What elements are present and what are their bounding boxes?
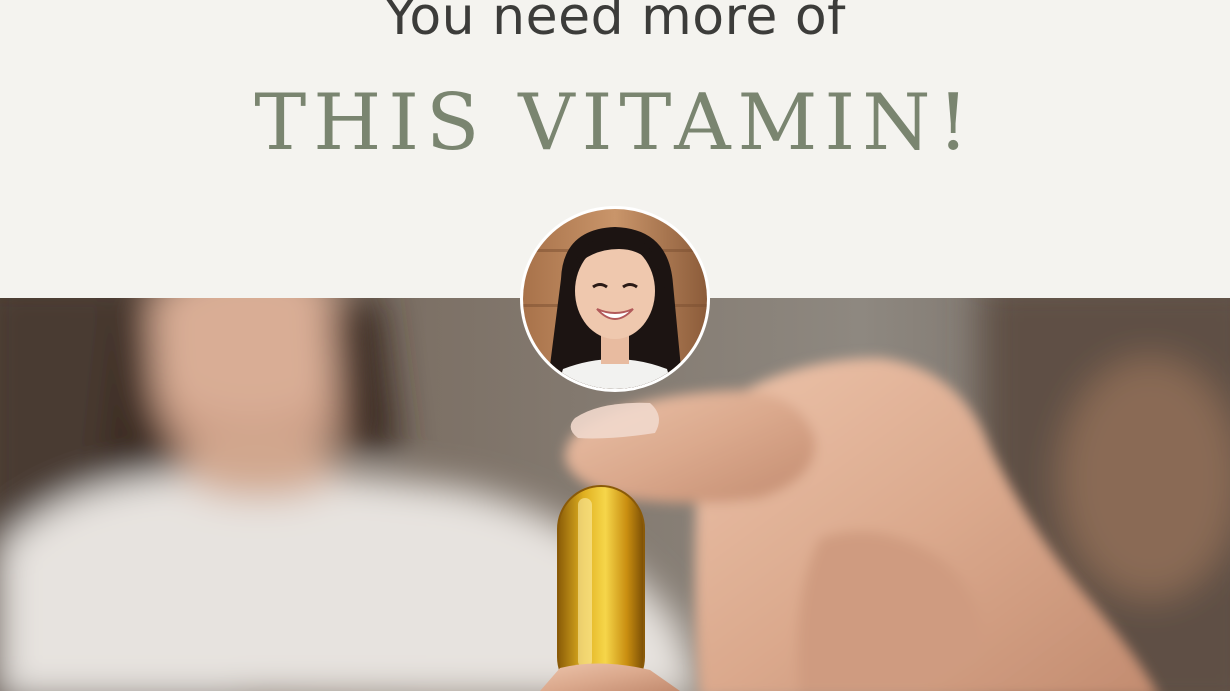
headline: You need more of <box>384 0 846 47</box>
subheadline: THIS VITAMIN! <box>254 78 976 168</box>
avatar <box>520 206 710 392</box>
